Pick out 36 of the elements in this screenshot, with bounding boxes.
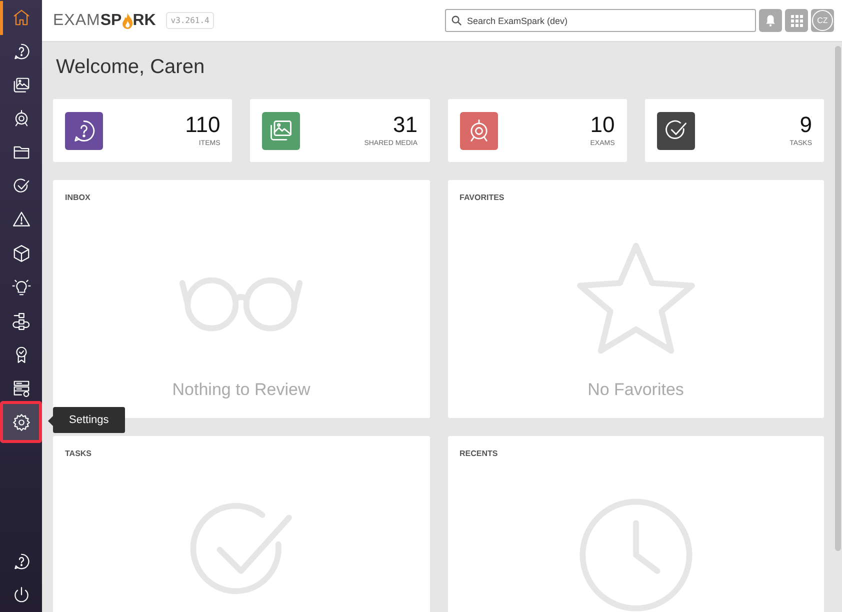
scrollbar[interactable] [835, 46, 841, 551]
logo-text: EXAM [53, 12, 100, 30]
help-icon [12, 552, 30, 571]
panel-title: TASKS [65, 449, 92, 458]
panel-title: FAVORITES [460, 193, 504, 202]
logo-text: RK [132, 12, 156, 30]
panel-title: INBOX [65, 193, 90, 202]
welcome-heading: Welcome, Caren [56, 56, 206, 79]
flame-icon [122, 12, 133, 28]
flowchart-icon [12, 312, 30, 331]
images-icon [12, 76, 30, 95]
nav-item[interactable] [0, 401, 42, 444]
warning-icon [12, 210, 30, 230]
settings-icon [12, 412, 30, 432]
server-icon [12, 378, 30, 398]
images-icon [268, 118, 294, 144]
bell-icon [764, 14, 777, 27]
power-icon [12, 586, 30, 605]
stat-value: 31 [393, 114, 418, 136]
search-icon [451, 15, 462, 26]
empty-message: Nothing to Review [172, 380, 310, 400]
version-badge: v3.261.4 [166, 12, 214, 29]
help-icon [12, 42, 30, 62]
user-menu-button[interactable]: CZ [811, 9, 834, 32]
logo-text: SP [100, 12, 122, 30]
lightbulb-icon [12, 278, 30, 297]
search-field[interactable]: Search ExamSpark (dev) [445, 9, 756, 32]
empty-message: No Favorites [588, 380, 684, 400]
stat-value: 110 [185, 114, 220, 136]
stat-value: 10 [590, 114, 615, 136]
stat-value: 9 [800, 114, 812, 136]
cube-icon [12, 244, 30, 264]
panel-title: RECENTS [460, 449, 498, 458]
home-icon [12, 8, 30, 28]
grid-icon [790, 14, 802, 26]
tooltip: Settings [53, 407, 125, 433]
